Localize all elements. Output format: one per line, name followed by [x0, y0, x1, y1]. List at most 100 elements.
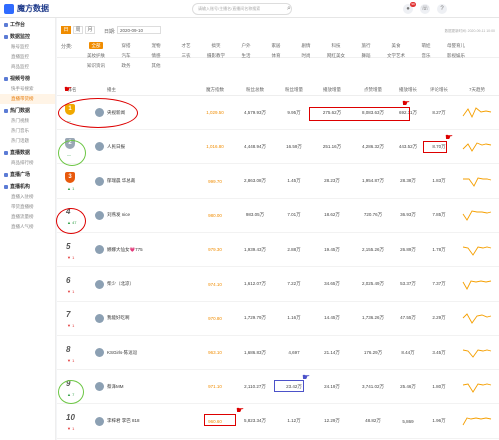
column-header[interactable]: 点赞增量 — [353, 87, 393, 93]
period-tab[interactable]: 月 — [85, 26, 95, 34]
table-row[interactable]: 4 ▲ 47 刘燕发 nice 980.00 983.05万 7.01万 18.62万 720… — [57, 199, 499, 233]
table-row[interactable]: 5 ▼ 1 娜娜大仙女💗775 979.30 1,939.43万 2.88万 19.45万 2… — [57, 233, 499, 268]
sidebar-item[interactable]: 热门音乐 — [0, 126, 55, 136]
anchor-cell[interactable]: 刘燕发 nice — [87, 210, 197, 220]
table-row[interactable]: 7 ▼ 1 我能好吃啊 970.80 1,729.79万 1.16万 14.45万 1,736… — [57, 302, 499, 336]
anchor-cell[interactable]: 蔡泽MM — [87, 382, 197, 392]
category-tag[interactable]: 音乐 — [411, 52, 441, 59]
category-tag[interactable]: 才艺 — [171, 42, 201, 49]
sidebar-group[interactable]: 视频号榜 — [0, 72, 55, 84]
avatar[interactable] — [95, 142, 104, 152]
sidebar-group[interactable]: 数据监控 — [0, 30, 55, 42]
sidebar-item[interactable]: 直播入驻榜 — [0, 192, 55, 202]
category-tag[interactable]: 网红美女 — [321, 52, 351, 59]
anchor-name[interactable]: 刘燕发 nice — [107, 212, 130, 218]
avatar[interactable] — [95, 382, 104, 392]
anchor-name[interactable]: 我能好吃啊 — [107, 315, 130, 321]
column-header[interactable]: 魔方指数 — [197, 87, 233, 93]
anchor-name[interactable]: 李梓君 李巴 818 — [107, 418, 140, 424]
sidebar-group[interactable]: 直播机构 — [0, 180, 55, 192]
category-tag[interactable]: 穿搭 — [111, 42, 141, 49]
sidebar-item[interactable]: 商品监控 — [0, 62, 55, 72]
anchor-cell[interactable]: 娜娜大仙女💗775 — [87, 245, 197, 255]
table-row[interactable]: 3 ▲ 1 郁瑞晨 华总裁 999.70 2,863.08万 1.45万 28.23万 1,9… — [57, 165, 499, 199]
column-header[interactable]: 粉丝增量 — [277, 87, 311, 93]
column-header[interactable]: 粉丝总数 — [233, 87, 277, 93]
table-row[interactable]: 10 ▼ 1 李梓君 李巴 818 960.60 5,823.34万 1.12万 12.29… — [57, 405, 499, 439]
sidebar-item[interactable]: 直播流量榜 — [0, 212, 55, 222]
sidebar-item[interactable]: 商品排行榜 — [0, 158, 55, 168]
category-tag[interactable]: 家居 — [261, 42, 291, 49]
avatar[interactable] — [95, 176, 104, 186]
help-icon[interactable]: ? — [437, 4, 447, 14]
category-tag[interactable]: 全部 — [89, 42, 103, 49]
category-tag[interactable]: 旅行 — [351, 42, 381, 49]
anchor-cell[interactable]: KSGirls-陈逗逗 — [87, 348, 197, 358]
notification-icon[interactable]: ● 99 — [403, 2, 416, 14]
avatar[interactable] — [95, 279, 104, 289]
anchor-name[interactable]: 蔡泽MM — [107, 384, 124, 390]
category-tag[interactable]: 汽车 — [111, 52, 141, 59]
category-tag[interactable]: 科技 — [321, 42, 351, 49]
category-tag[interactable]: 影视娱乐 — [441, 52, 471, 59]
period-tab[interactable]: 周 — [73, 26, 83, 34]
sidebar-group[interactable]: 热门数据 — [0, 104, 55, 116]
category-tag[interactable]: 舞蹈 — [351, 52, 381, 59]
column-header[interactable]: 7天趋势 — [455, 87, 499, 93]
anchor-name[interactable]: 郁瑞晨 华总裁 — [107, 178, 135, 184]
category-tag[interactable]: 户外 — [231, 42, 261, 49]
anchor-name[interactable]: 柴少（北凉） — [107, 281, 134, 287]
anchor-cell[interactable]: 李梓君 李巴 818 — [87, 416, 197, 426]
sidebar-group[interactable]: 直播广场 — [0, 168, 55, 180]
category-tag[interactable]: 三农 — [171, 52, 201, 59]
column-header[interactable]: 播主 — [87, 87, 197, 93]
avatar[interactable] — [95, 245, 104, 255]
anchor-cell[interactable]: 人民日报 — [87, 142, 197, 152]
column-header[interactable]: 播放增长 — [393, 87, 423, 93]
period-tab[interactable]: 日 — [61, 26, 71, 34]
category-tag[interactable]: 文学艺术 — [381, 52, 411, 59]
category-tag[interactable]: 宠物 — [141, 42, 171, 49]
column-header[interactable]: 评论增长 — [423, 87, 455, 93]
category-tag[interactable]: 搞笑 — [201, 42, 231, 49]
category-tag[interactable]: 母婴育儿 — [441, 42, 471, 49]
anchor-cell[interactable]: 柴少（北凉） — [87, 279, 197, 289]
anchor-name[interactable]: 娜娜大仙女💗775 — [107, 247, 143, 253]
column-header[interactable]: 播放增量 — [311, 87, 353, 93]
table-row[interactable]: 6 ▼ 1 柴少（北凉） 974.10 1,612.07万 7.22万 34.65万 2,02… — [57, 268, 499, 302]
category-tag[interactable]: 美妆护肤 — [81, 52, 111, 59]
category-tag[interactable]: 体育 — [261, 52, 291, 59]
category-tag[interactable]: 其他 — [141, 62, 171, 69]
category-tag[interactable]: 萌娃 — [411, 42, 441, 49]
category-tag[interactable]: 生活 — [231, 52, 261, 59]
avatar[interactable] — [95, 416, 104, 426]
category-tag[interactable]: 摄影教学 — [201, 52, 231, 59]
logo[interactable]: 魔方数据 — [0, 0, 56, 18]
sidebar-item[interactable]: 热门视频 — [0, 116, 55, 126]
sidebar-group[interactable]: 工作台 — [0, 18, 55, 30]
category-tag[interactable]: 美食 — [381, 42, 411, 49]
sidebar-group[interactable]: 直播数据 — [0, 146, 55, 158]
anchor-cell[interactable]: 郁瑞晨 华总裁 — [87, 176, 197, 186]
date-picker[interactable]: 2020-09-10 — [117, 26, 161, 34]
anchor-name[interactable]: 人民日报 — [107, 144, 125, 150]
avatar[interactable] — [95, 348, 104, 358]
avatar[interactable] — [95, 210, 104, 220]
category-tag[interactable]: 时尚 — [291, 52, 321, 59]
sidebar-item[interactable]: 热门话题 — [0, 136, 55, 146]
category-tag[interactable]: 剧情 — [291, 42, 321, 49]
phone-icon[interactable]: ☏ — [420, 4, 430, 14]
table-row[interactable]: 8 ▼ 1 KSGirls-陈逗逗 963.10 1,686.83万 4,697 21.14… — [57, 336, 499, 371]
sidebar-item[interactable]: 快手号搜索 — [0, 84, 55, 94]
sidebar-item[interactable]: 直播监控 — [0, 52, 55, 62]
category-tag[interactable]: 情感 — [141, 52, 171, 59]
category-tag[interactable]: 政务 — [111, 62, 141, 69]
category-tag[interactable]: 知识资讯 — [81, 62, 111, 69]
search-input[interactable]: 请输入账号/主播名/直播间名称搜索 — [192, 3, 292, 15]
anchor-name[interactable]: KSGirls-陈逗逗 — [107, 350, 137, 356]
sidebar-item[interactable]: 账号监控 — [0, 42, 55, 52]
avatar[interactable] — [95, 313, 104, 323]
sidebar-item[interactable]: 直播带货榜 — [0, 94, 55, 104]
sidebar-item[interactable]: 带货直播榜 — [0, 202, 55, 212]
search-icon[interactable]: ⌕ — [287, 5, 295, 13]
